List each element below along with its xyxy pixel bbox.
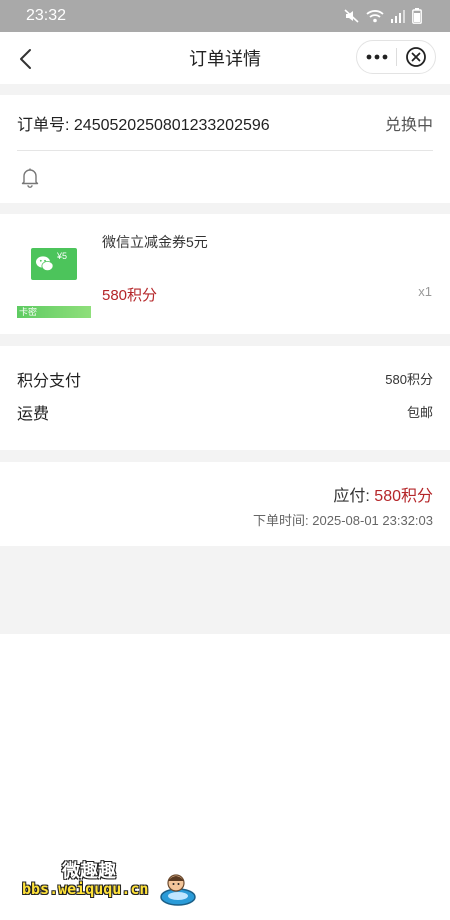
order-number-value: 2450520250801233202596 <box>73 116 270 134</box>
bell-icon[interactable] <box>19 166 41 188</box>
amount-due-value: 580积分 <box>374 488 433 505</box>
status-time: 23:32 <box>26 7 67 24</box>
voucher-card-image: ¥5 <box>31 248 77 280</box>
product-price: 580积分 <box>102 287 158 304</box>
section-gap <box>0 334 450 346</box>
back-arrow-icon[interactable] <box>14 46 40 72</box>
section-gap <box>0 84 450 95</box>
signal-icon <box>391 10 405 23</box>
amount-due: 应付: 580积分 <box>333 482 433 506</box>
page-title: 订单详情 <box>189 49 261 69</box>
product-name: 微信立减金券5元 <box>102 234 208 250</box>
wifi-icon <box>366 10 384 23</box>
more-button[interactable] <box>357 41 396 73</box>
notification-row[interactable] <box>17 151 433 203</box>
voucher-amount: ¥5 <box>57 251 68 261</box>
order-number-row: 订单号: 2450520250801233202596 兑换中 <box>17 95 433 151</box>
amount-due-label: 应付: <box>333 488 370 505</box>
mascot-icon <box>160 874 196 906</box>
section-gap <box>0 203 450 214</box>
order-status: 兑换中 <box>384 116 433 134</box>
mini-program-capsule <box>356 40 436 74</box>
order-time-label: 下单时间: <box>253 513 309 528</box>
wechat-icon <box>36 256 54 271</box>
battery-icon <box>412 8 422 24</box>
close-button[interactable] <box>397 41 435 73</box>
mute-icon <box>344 9 359 23</box>
points-payment-row: 积分支付 580积分 <box>17 362 433 395</box>
shipping-row: 运费 包邮 <box>17 395 433 428</box>
more-dots-icon <box>366 54 387 60</box>
points-payment-label: 积分支付 <box>17 372 82 390</box>
product-thumbnail: ¥5 卡密 <box>17 244 91 320</box>
bottom-gray-area <box>0 546 450 634</box>
points-payment-value: 580积分 <box>385 372 433 387</box>
total-section: 应付: 580积分 下单时间: 2025-08-01 23:32:03 <box>0 462 450 546</box>
watermark-url: bbs.weiququ.cn <box>22 880 149 898</box>
payment-section: 积分支付 580积分 运费 包邮 <box>0 346 450 450</box>
order-time-value: 2025-08-01 23:32:03 <box>312 513 433 528</box>
product-item[interactable]: ¥5 卡密 微信立减金券5元 580积分 x1 <box>0 214 450 334</box>
order-card: 订单号: 2450520250801233202596 兑换中 <box>0 95 450 203</box>
nav-bar: 订单详情 <box>0 32 450 84</box>
card-key-tag: 卡密 <box>17 306 91 318</box>
close-circle-icon <box>406 47 426 67</box>
product-quantity: x1 <box>418 284 432 299</box>
status-icons <box>344 8 422 24</box>
order-time: 下单时间: 2025-08-01 23:32:03 <box>253 510 433 529</box>
shipping-label: 运费 <box>17 405 50 423</box>
watermark: 微趣趣 bbs.weiququ.cn <box>22 855 202 910</box>
status-bar: 23:32 <box>0 0 450 32</box>
shipping-value: 包邮 <box>406 405 433 420</box>
section-gap <box>0 450 450 462</box>
order-number: 订单号: 2450520250801233202596 <box>17 111 270 135</box>
order-number-label: 订单号: <box>17 116 70 134</box>
